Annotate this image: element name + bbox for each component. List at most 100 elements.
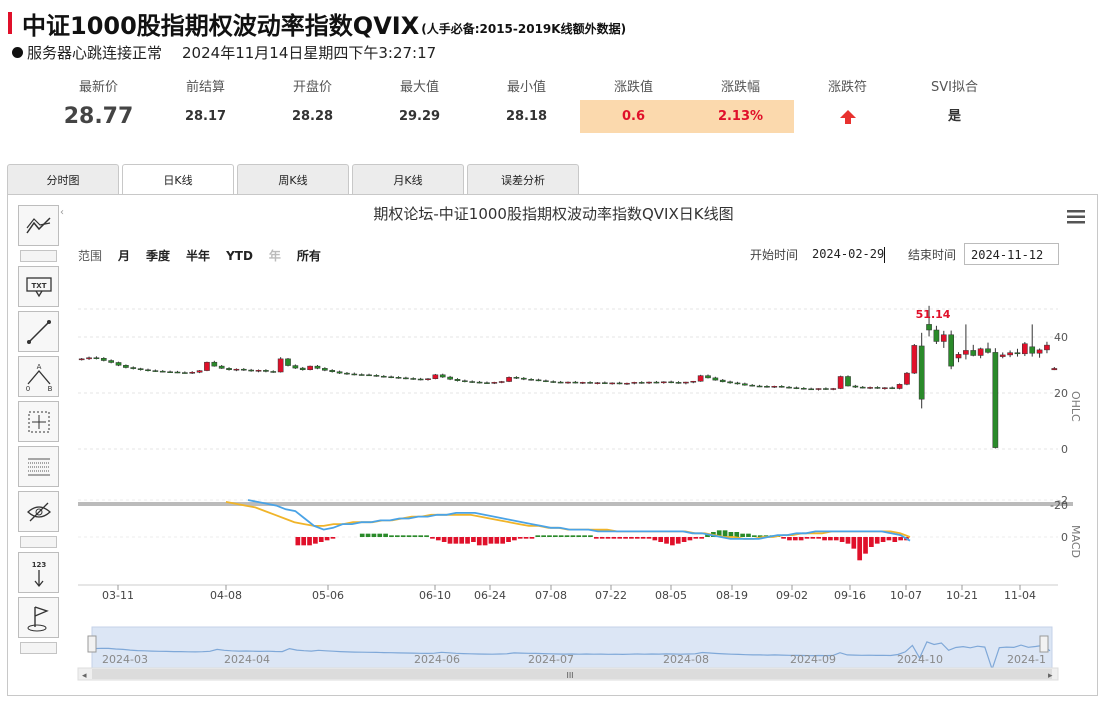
- macd-histogram-bar: [482, 537, 488, 546]
- candle-body: [602, 382, 608, 384]
- candle-body: [911, 345, 918, 374]
- candle-body: [528, 379, 534, 381]
- macd-histogram-bar: [307, 537, 312, 546]
- macd-histogram-bar: [681, 537, 687, 542]
- navigator-selected-range: [91, 626, 1053, 670]
- candle-body: [874, 387, 881, 389]
- drawing-toolbar: TXT A 0 B 123: [18, 205, 62, 658]
- candle-body: [130, 367, 137, 369]
- macd-histogram-bar: [892, 537, 898, 542]
- macd-histogram-bar: [640, 537, 646, 539]
- chart-title: 期权论坛-中证1000股指期权波动率指数QVIX日K线图: [373, 205, 734, 223]
- x-tick-label: 11-04: [1004, 589, 1036, 602]
- candle-body: [948, 334, 954, 367]
- macd-histogram-bar: [500, 537, 506, 544]
- macd-histogram-bar: [670, 537, 675, 546]
- range-button-half-year[interactable]: 半年: [186, 247, 210, 264]
- flag-tool[interactable]: [18, 597, 59, 638]
- macd-histogram-bar: [652, 537, 658, 541]
- candle-body: [764, 386, 770, 388]
- macd-axis-label: MACD: [1069, 525, 1082, 558]
- stat-label: 最大值: [399, 80, 439, 95]
- toolbar-collapse-handle[interactable]: [20, 642, 57, 654]
- candle-body: [204, 361, 210, 371]
- macd-histogram-bar: [588, 535, 593, 537]
- stat-open: 开盘价 28.28: [259, 78, 366, 133]
- candle-body: [668, 381, 674, 384]
- page-subtitle-link[interactable]: (人手必备:2015-2019K线额外数据): [421, 20, 626, 37]
- crosshair-tool[interactable]: [18, 401, 59, 442]
- line-segment-icon: [26, 319, 51, 344]
- stat-prev-settle: 前结算 28.17: [152, 78, 259, 133]
- toolbar-collapse-handle[interactable]: [20, 536, 57, 548]
- hamburger-menu-icon: [1067, 210, 1085, 224]
- candle-body: [1036, 349, 1043, 354]
- start-date-input[interactable]: 2024-02-29: [806, 243, 892, 265]
- hide-drawings-tool[interactable]: [18, 491, 59, 532]
- toolbar-collapse-handle[interactable]: [20, 250, 57, 262]
- macd-line: [247, 499, 911, 542]
- stat-value: 2.13%: [687, 100, 794, 133]
- range-button-ytd[interactable]: YTD: [226, 249, 253, 263]
- measure-tool[interactable]: [18, 446, 59, 487]
- macd-histogram-bar: [687, 537, 693, 541]
- candle-body: [977, 348, 984, 356]
- line-segment-tool[interactable]: [18, 311, 59, 352]
- x-tick-label: 09-16: [834, 589, 866, 602]
- candle-body: [535, 379, 542, 382]
- fibonacci-tool[interactable]: A 0 B: [18, 356, 59, 397]
- candle-body: [904, 372, 910, 385]
- macd-histogram-bar: [506, 537, 511, 542]
- candle-body: [115, 362, 122, 366]
- macd-histogram-bar: [898, 537, 903, 541]
- stat-label: SVI拟合: [931, 80, 978, 95]
- macd-histogram-bar: [412, 535, 418, 537]
- svg-text:B: B: [47, 385, 52, 392]
- tab-error-analysis[interactable]: 误差分析: [467, 164, 579, 195]
- macd-histogram-bar: [863, 537, 868, 554]
- range-button-all[interactable]: 所有: [297, 247, 321, 264]
- candle-body: [336, 371, 343, 374]
- tab-intraday[interactable]: 分时图: [7, 164, 119, 195]
- arrow-up-icon: [839, 109, 856, 124]
- macd-histogram-bar: [553, 535, 558, 537]
- candle-body: [550, 381, 557, 383]
- navigator-label: 2024-03: [102, 653, 148, 666]
- candle-body: [572, 381, 579, 384]
- candle-body: [712, 377, 719, 381]
- macd-histogram-bar: [599, 537, 605, 539]
- range-button-quarter[interactable]: 季度: [146, 247, 170, 264]
- candle-body: [771, 386, 778, 388]
- macd-histogram-bar: [424, 535, 429, 537]
- macd-histogram-bar: [576, 535, 582, 537]
- candle-body: [837, 376, 844, 389]
- macd-histogram-bar: [886, 537, 892, 541]
- macd-histogram-bar: [769, 535, 775, 537]
- stat-last-price: 最新价 28.77: [45, 78, 152, 133]
- macd-histogram-bar: [763, 535, 769, 537]
- text-label-tool[interactable]: TXT: [18, 266, 59, 307]
- price-label-tool[interactable]: 123: [18, 552, 59, 593]
- kline-chart[interactable]: 51.14 40 20 0 -20 0 -2 OHLC MACD 03-11 04-08 05-06…: [8, 195, 1099, 697]
- candle-body: [970, 350, 977, 356]
- tab-monthly-kline[interactable]: 月K线: [352, 164, 464, 195]
- macd-histogram-bar: [816, 537, 822, 539]
- candle-body: [565, 381, 571, 384]
- macd-histogram-bar: [675, 537, 681, 544]
- x-tick-label: 07-22: [595, 589, 627, 602]
- range-selector: 范围 月 季度 半年 YTD 年 所有: [78, 247, 337, 264]
- stat-value: 是: [947, 109, 961, 124]
- end-date-input[interactable]: 2024-11-12: [964, 243, 1059, 265]
- range-button-year[interactable]: 年: [269, 247, 281, 264]
- page-title: 中证1000股指期权波动率指数QVIX: [22, 11, 420, 40]
- candle-body: [270, 371, 277, 373]
- stat-label: 最小值: [506, 80, 546, 95]
- range-button-month[interactable]: 月: [118, 247, 130, 264]
- tab-weekly-kline[interactable]: 周K线: [237, 164, 349, 195]
- stat-high: 最大值 29.29: [366, 78, 473, 133]
- chart-menu-button[interactable]: [1067, 209, 1085, 228]
- svg-text:0: 0: [25, 385, 29, 392]
- y-tick-label: -20: [1050, 499, 1068, 512]
- candle-body: [108, 360, 114, 363]
- tab-daily-kline[interactable]: 日K线: [122, 164, 234, 196]
